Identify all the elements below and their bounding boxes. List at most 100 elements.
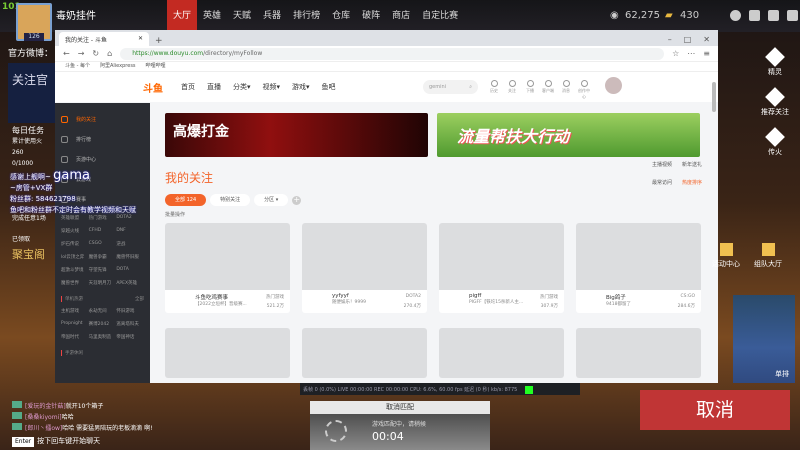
category-link[interactable]: 穿越火线	[61, 228, 89, 234]
chat-input[interactable]: Enter 按下回车键开始聊天	[12, 436, 153, 447]
pass-fire-button[interactable]: 传火	[755, 127, 795, 157]
solo-mode-button[interactable]: 单排	[733, 295, 795, 383]
category-link[interactable]: 炉石传说	[61, 241, 89, 247]
category-link[interactable]: lol云顶之弈	[61, 254, 89, 260]
cancel-match-button[interactable]: 取消匹配	[310, 401, 490, 414]
nav-storage[interactable]: 仓库	[326, 0, 356, 32]
nav-weapons[interactable]: 兵器	[257, 0, 287, 32]
stream-thumbnail[interactable]	[165, 328, 290, 378]
sort-recent[interactable]: 最常访问	[652, 179, 672, 186]
batch-operation[interactable]: 批量操作	[165, 211, 702, 218]
category-link[interactable]: 超激斗梦境	[61, 267, 89, 273]
stream-card[interactable]	[165, 328, 290, 378]
nav-heroes[interactable]: 英雄	[197, 0, 227, 32]
new-year-gift-link[interactable]: 新年送礼	[682, 161, 702, 168]
stream-thumbnail[interactable]	[439, 328, 564, 378]
category-link[interactable]: 魔兽争霸	[89, 254, 117, 260]
category-link[interactable]: CFHD	[89, 228, 117, 234]
follow-banner[interactable]: 关注官	[8, 63, 58, 123]
menu-live[interactable]: 直播	[207, 82, 221, 92]
scrollbar[interactable]	[712, 82, 716, 112]
stream-thumbnail[interactable]	[165, 223, 290, 290]
menu-video[interactable]: 视频▾	[263, 82, 281, 92]
star-icon[interactable]: ☆	[672, 49, 679, 58]
category-link[interactable]: CSGO	[89, 241, 117, 247]
player-avatar[interactable]: 126	[16, 3, 52, 41]
nav-formation[interactable]: 破阵	[356, 0, 386, 32]
broadcast-button[interactable]: 下播	[524, 80, 536, 100]
help-icon[interactable]	[730, 10, 741, 21]
more-icon[interactable]: ⋯	[687, 49, 695, 58]
stream-card[interactable]: Big鸽子 9418都留了 CS:GO 284.6万	[576, 223, 701, 313]
category-link[interactable]: 魔兽怀旧服	[116, 254, 144, 260]
stream-thumbnail[interactable]	[302, 223, 427, 290]
bookmark[interactable]: 哔哩哔哩	[146, 62, 166, 71]
category-link[interactable]: DOTA	[116, 267, 144, 273]
bookmark[interactable]: 斗鱼 - 每个	[65, 62, 90, 71]
activity-center-button[interactable]: 活动中心	[712, 243, 740, 269]
recommend-follow-button[interactable]: 推荐关注	[755, 87, 795, 117]
add-icon[interactable]: +	[292, 195, 302, 205]
home-icon[interactable]: ⌂	[107, 49, 112, 58]
nav-shop[interactable]: 商店	[386, 0, 416, 32]
client-button[interactable]: 客户端	[542, 80, 554, 100]
treasure-pavilion[interactable]: 聚宝阁	[12, 249, 57, 260]
chip-zone[interactable]: 分区 ▾	[254, 194, 289, 206]
stream-card[interactable]	[439, 328, 564, 378]
bookmark[interactable]: 阿里Aliexpress	[100, 62, 136, 71]
chip-all[interactable]: 全部 124	[165, 194, 207, 206]
category-link[interactable]: 帝国神话	[116, 334, 144, 340]
section-all-link[interactable]: 全部	[135, 296, 144, 302]
category-link[interactable]: 马里奥制造	[89, 334, 117, 340]
cancel-button[interactable]: 取消	[640, 390, 790, 430]
stream-thumbnail[interactable]	[439, 223, 564, 290]
user-avatar[interactable]	[605, 77, 622, 94]
chip-special[interactable]: 特别关注	[210, 194, 251, 206]
nav-talent[interactable]: 天赋	[227, 0, 257, 32]
menu-icon[interactable]: ≡	[703, 49, 710, 58]
category-link[interactable]: 怀旧游戏	[116, 308, 144, 314]
nav-ranking[interactable]: 排行榜	[287, 0, 326, 32]
banner-traffic[interactable]: 流量帮扶大行动	[437, 113, 700, 157]
category-link[interactable]: 赛博2042	[89, 321, 117, 327]
stream-thumbnail[interactable]	[302, 328, 427, 378]
creator-center-button[interactable]: 创作中心	[578, 80, 590, 100]
back-icon[interactable]: ←	[63, 49, 70, 58]
maximize-icon[interactable]: □	[684, 35, 692, 44]
stream-card[interactable]	[302, 328, 427, 378]
history-button[interactable]: 历史	[488, 80, 500, 100]
search-input[interactable]: gemini ⌕	[423, 80, 478, 94]
stream-card[interactable]	[576, 328, 701, 378]
follow-button[interactable]: 关注	[506, 80, 518, 100]
streamer-videos-link[interactable]: 主播视频	[652, 161, 672, 168]
category-link[interactable]: 天涯明月刀	[89, 280, 117, 286]
sprite-button[interactable]: 精灵	[755, 47, 795, 77]
category-link[interactable]: DNF	[116, 228, 144, 234]
sort-heat[interactable]: 热度排序	[682, 179, 702, 186]
address-bar[interactable]: https://www.douyu.com/directory/myFollow	[120, 47, 665, 60]
nav-lobby[interactable]: 大厅	[167, 0, 198, 32]
category-link[interactable]: 永劫无间	[89, 308, 117, 314]
banner-gold[interactable]: 高爆打金	[165, 113, 428, 157]
sidebar-item-follow[interactable]: 我的关注	[61, 109, 144, 129]
category-link[interactable]: Propnight	[61, 321, 89, 327]
new-tab-icon[interactable]: +	[155, 36, 163, 46]
menu-home[interactable]: 首页	[181, 82, 195, 92]
friends-icon[interactable]	[768, 10, 779, 21]
category-link[interactable]: 守望先锋	[89, 267, 117, 273]
messages-button[interactable]: 消息	[560, 80, 572, 100]
sidebar-item-ranking[interactable]: 排行榜	[61, 129, 144, 149]
search-icon[interactable]: ⌕	[469, 84, 472, 90]
menu-fishbar[interactable]: 鱼吧	[322, 82, 336, 92]
category-link[interactable]: 逃离塔科夫	[116, 321, 144, 327]
nav-custom-match[interactable]: 自定比赛	[416, 0, 464, 32]
close-window-icon[interactable]: ✕	[703, 35, 710, 44]
settings-gear-icon[interactable]	[787, 10, 798, 21]
stream-thumbnail[interactable]	[576, 223, 701, 290]
menu-category[interactable]: 分类▾	[233, 82, 251, 92]
minimize-icon[interactable]: –	[668, 35, 672, 44]
category-link[interactable]: APEX英雄	[116, 280, 144, 286]
menu-games[interactable]: 游戏▾	[292, 82, 310, 92]
stream-thumbnail[interactable]	[576, 328, 701, 378]
forward-icon[interactable]: →	[78, 49, 85, 58]
